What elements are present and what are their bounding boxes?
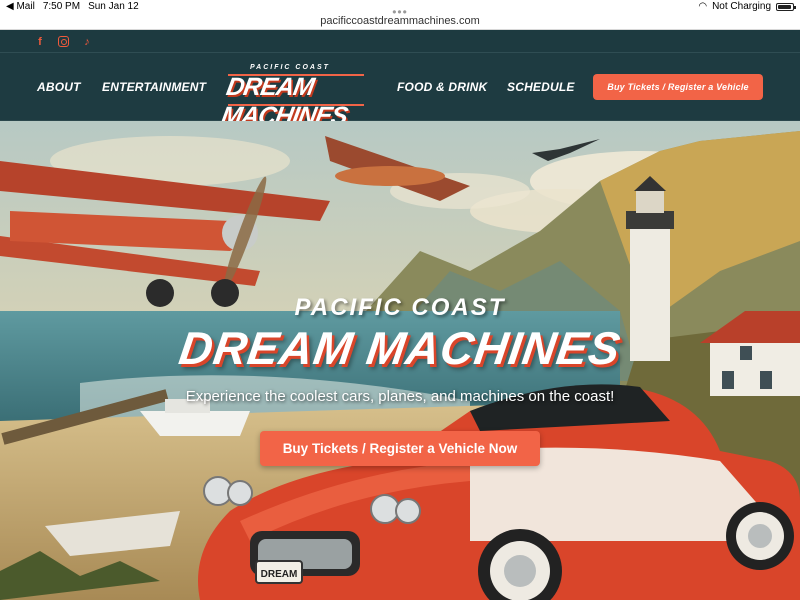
hero-buy-tickets-button[interactable]: Buy Tickets / Register a Vehicle Now: [260, 431, 540, 466]
hero-title-big: DREAM MACHINES: [175, 322, 625, 374]
logo-rule-bottom: [228, 104, 364, 106]
logo-top-text: PACIFIC COAST: [250, 64, 330, 71]
hero-title-small: PACIFIC COAST: [294, 294, 506, 321]
nav-about[interactable]: ABOUT: [37, 80, 81, 94]
instagram-icon[interactable]: [58, 36, 69, 47]
tiktok-icon[interactable]: ♪: [81, 36, 93, 48]
nav-food-drink[interactable]: FOOD & DRINK: [397, 80, 487, 94]
hero-tagline: Experience the coolest cars, planes, and…: [185, 388, 615, 405]
url-text[interactable]: pacificcoastdreammachines.com: [0, 15, 800, 27]
buy-tickets-button[interactable]: Buy Tickets / Register a Vehicle: [593, 74, 763, 100]
facebook-icon[interactable]: f: [34, 36, 46, 48]
hero-section: DREAM PACIFIC COAST DREAM MACHINES Exper…: [0, 121, 800, 600]
nav-schedule[interactable]: SCHEDULE: [507, 80, 575, 94]
car-license-plate: DREAM: [261, 569, 298, 580]
main-navigation: ABOUT ENTERTAINMENT PACIFIC COAST DREAM …: [0, 53, 800, 130]
browser-address-bar[interactable]: ••• pacificcoastdreammachines.com: [0, 5, 800, 30]
nav-entertainment[interactable]: ENTERTAINMENT: [102, 80, 206, 94]
social-bar: f ♪: [0, 31, 800, 53]
site-logo[interactable]: PACIFIC COAST DREAM MACHINES: [219, 64, 372, 130]
